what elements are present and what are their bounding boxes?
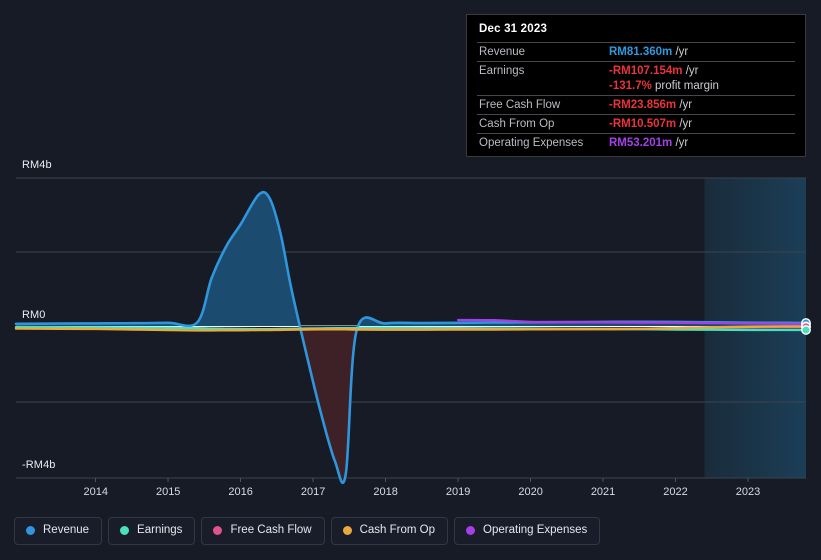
- tooltip-row: -131.7% profit margin: [477, 80, 795, 96]
- chart-tooltip: Dec 31 2023 Revenue RM81.360m /yr Earnings…: [466, 14, 806, 157]
- y-axis-label-top: RM4b: [22, 159, 52, 171]
- tooltip-metric-label: [477, 80, 607, 96]
- legend-color-dot-icon: [213, 526, 223, 536]
- tooltip-metric-number: RM53.201m: [609, 137, 673, 149]
- legend-item[interactable]: Operating Expenses: [454, 517, 601, 545]
- x-axis-tick-label: 2019: [446, 486, 470, 498]
- tooltip-metrics-table: Revenue RM81.360m /yr Earnings -RM107.154m …: [477, 42, 795, 152]
- x-axis-tick-label: 2014: [83, 486, 107, 498]
- x-axis-tick-label: 2015: [156, 486, 180, 498]
- x-axis-tick-label: 2016: [228, 486, 252, 498]
- legend-item-label: Earnings: [137, 524, 183, 536]
- tooltip-metric-value: RM81.360m /yr: [607, 42, 795, 62]
- legend-item-label: Free Cash Flow: [230, 524, 312, 536]
- y-axis-label-zero: RM0: [22, 309, 46, 321]
- legend-item-label: Operating Expenses: [483, 524, 588, 536]
- y-axis-label-bottom: -RM4b: [22, 459, 56, 471]
- x-axis-tick-label: 2022: [663, 486, 687, 498]
- legend-item[interactable]: Cash From Op: [330, 517, 449, 545]
- tooltip-metric-unit: /yr: [682, 65, 699, 77]
- tooltip-metric-value: -RM107.154m /yr: [607, 61, 795, 80]
- legend-item[interactable]: Revenue: [14, 517, 103, 545]
- tooltip-row: Operating Expenses RM53.201m /yr: [477, 133, 795, 152]
- tooltip-metric-number: -RM23.856m: [609, 99, 677, 111]
- tooltip-metric-label: Operating Expenses: [477, 133, 607, 152]
- tooltip-metric-unit: /yr: [676, 99, 693, 111]
- tooltip-metric-number: -RM107.154m: [609, 65, 683, 77]
- legend-item[interactable]: Free Cash Flow: [201, 517, 325, 545]
- tooltip-row: Cash From Op -RM10.507m /yr: [477, 114, 795, 134]
- legend-color-dot-icon: [120, 526, 130, 536]
- x-axis-tick-label: 2017: [301, 486, 325, 498]
- datapoint-marker-earnings[interactable]: [801, 325, 811, 335]
- x-axis-tick-label: 2020: [518, 486, 542, 498]
- legend-color-dot-icon: [466, 526, 476, 536]
- legend-item[interactable]: Earnings: [108, 517, 196, 545]
- x-axis-tick-label: 2018: [373, 486, 397, 498]
- tooltip-metric-number: RM81.360m: [609, 46, 673, 58]
- x-axis-tick-label: 2021: [591, 486, 615, 498]
- tooltip-row: Free Cash Flow -RM23.856m /yr: [477, 95, 795, 115]
- series-line-revenue: [14, 190, 808, 484]
- tooltip-date: Dec 31 2023: [479, 23, 548, 35]
- revenue-area-positive: [16, 192, 806, 326]
- tooltip-metric-value: -RM10.507m /yr: [607, 114, 795, 134]
- tooltip-metric-value: RM53.201m /yr: [607, 133, 795, 152]
- tooltip-metric-unit: /yr: [672, 137, 689, 149]
- legend-item-label: Revenue: [43, 524, 90, 536]
- tooltip-metric-label: Earnings: [477, 61, 607, 80]
- revenue-area-negative: [16, 326, 806, 478]
- tooltip-metric-label: Revenue: [477, 42, 607, 62]
- tooltip-row: Earnings -RM107.154m /yr: [477, 61, 795, 80]
- tooltip-metric-value: -RM23.856m /yr: [607, 95, 795, 115]
- chart-legend: Revenue Earnings Free Cash Flow Cash From O…: [14, 517, 601, 545]
- tooltip-metric-label: Free Cash Flow: [477, 95, 607, 115]
- tooltip-metric-value: -131.7% profit margin: [607, 80, 795, 96]
- legend-item-label: Cash From Op: [359, 524, 436, 536]
- tooltip-metric-number: -131.7%: [609, 80, 652, 92]
- tooltip-metric-label: Cash From Op: [477, 114, 607, 134]
- tooltip-row: Revenue RM81.360m /yr: [477, 42, 795, 62]
- tooltip-metric-unit: profit margin: [651, 80, 719, 92]
- legend-color-dot-icon: [26, 526, 35, 536]
- tooltip-metric-unit: /yr: [676, 118, 693, 130]
- tooltip-metric-number: -RM10.507m: [609, 118, 677, 130]
- legend-color-dot-icon: [342, 526, 352, 536]
- tooltip-metric-unit: /yr: [672, 46, 689, 58]
- x-axis-tick-label: 2023: [736, 486, 760, 498]
